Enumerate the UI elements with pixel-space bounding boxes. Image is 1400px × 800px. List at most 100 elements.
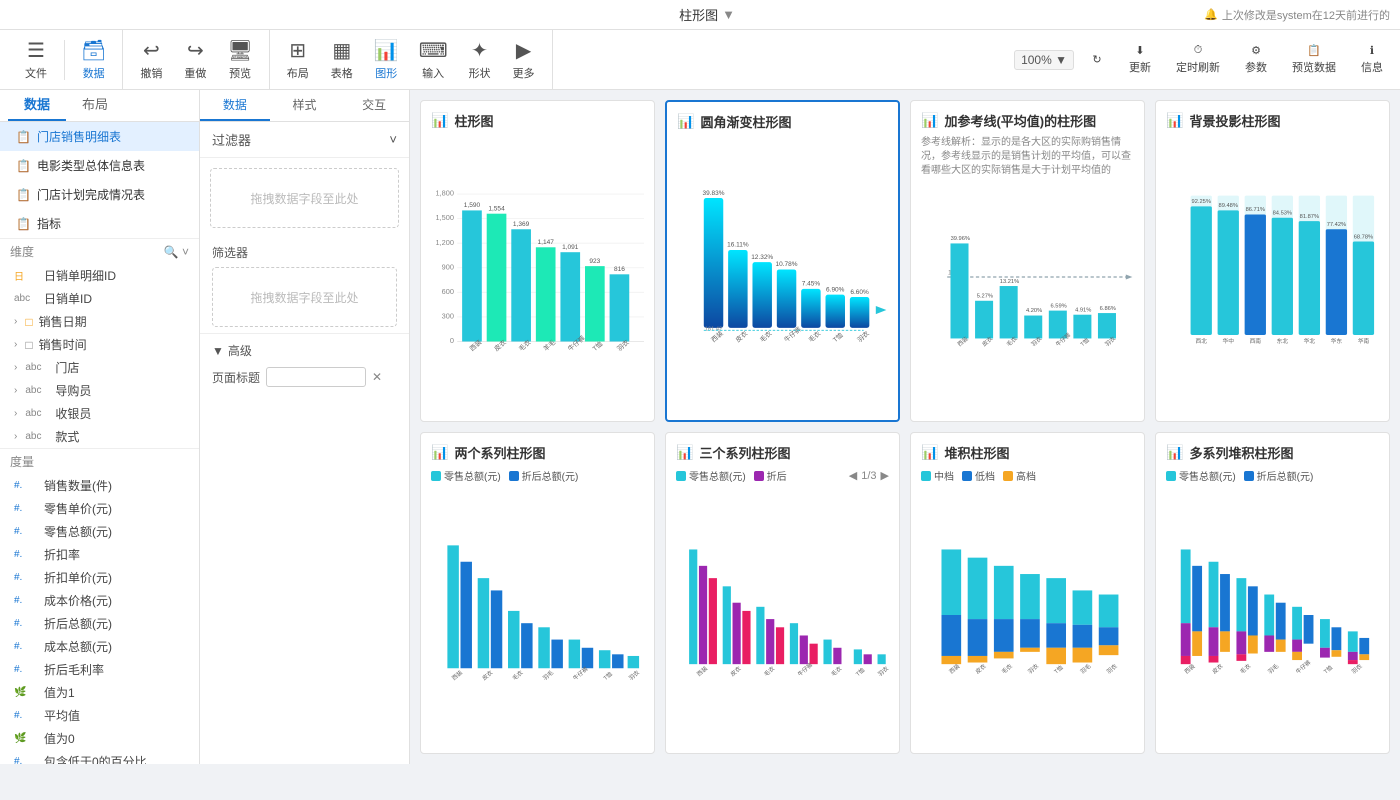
svg-text:81.87%: 81.87% (1300, 214, 1319, 220)
filter-expand-icon[interactable]: ˅ (389, 132, 397, 147)
svg-text:毛衣: 毛衣 (511, 668, 525, 682)
chart-bar2[interactable]: 📊 圆角渐变柱形图 (665, 100, 900, 422)
svg-text:1,200: 1,200 (436, 238, 454, 247)
svg-text:6.59%: 6.59% (1051, 303, 1067, 309)
svg-text:西装: 西装 (450, 668, 464, 682)
info-button[interactable]: ℹ 信息 (1352, 40, 1392, 79)
chart-bar4[interactable]: 📊 背景投影柱形图 92.25% 89.48% (1155, 100, 1390, 422)
chart-bar3[interactable]: 📊 加参考线(平均值)的柱形图 参考线解析：显示的是各大区的实际购销售情况，参考… (910, 100, 1145, 422)
more-button[interactable]: ▶ 更多 (504, 34, 544, 85)
svg-text:5.27%: 5.27% (977, 294, 993, 300)
sub-tab-interact[interactable]: 交互 (339, 90, 409, 121)
svg-text:86.71%: 86.71% (1246, 207, 1265, 213)
filter-header: 过滤器 ˅ (200, 122, 409, 158)
advanced-section: ▼ 高级 页面标题 ✕ (200, 333, 409, 395)
legend-mid: 中档 (921, 468, 954, 483)
table-item-store-sales[interactable]: 📋 门店销售明细表 (0, 122, 199, 151)
file-button[interactable]: ☰ 文件 (16, 34, 56, 85)
next-arrow[interactable]: ▶ (881, 469, 889, 482)
undo-button[interactable]: ↩ 撤销 (131, 34, 171, 85)
legend-dot-low (962, 471, 972, 481)
page-title-input[interactable] (266, 367, 366, 387)
measure-cost-price[interactable]: #. 成本价格(元) (0, 589, 199, 612)
measure-avg[interactable]: #. 平均值 (0, 704, 199, 727)
timer-button[interactable]: ⏱ 定时刷新 (1168, 40, 1228, 79)
measure-qty[interactable]: #. 销售数量(件) (0, 474, 199, 497)
svg-text:华中: 华中 (1223, 337, 1235, 345)
params-icon: ⚙ (1251, 44, 1261, 57)
layout-button[interactable]: ⊞ 布局 (278, 34, 318, 85)
dim-item-style[interactable]: › abc 款式 (0, 425, 199, 448)
measure-discount-rate[interactable]: #. 折扣率 (0, 543, 199, 566)
filter-drop-zone-1[interactable]: 拖拽数据字段至此处 (210, 168, 399, 228)
toolbar: ☰ 文件 🗃 数据 ↩ 撤销 ↪ 重做 🖥 预览 ⊞ 布局 ▦ 表格 (0, 30, 1400, 90)
chart-button[interactable]: 📊 图形 (366, 34, 407, 85)
advanced-toggle[interactable]: ▼ 高级 (212, 342, 397, 359)
dim-item-sales-time[interactable]: › □ 销售时间 (0, 333, 199, 356)
preview-button[interactable]: 🖥 预览 (219, 34, 260, 85)
prev-arrow[interactable]: ◀ (849, 469, 857, 482)
legend-dot-high (1003, 471, 1013, 481)
params-button[interactable]: ⚙ 参数 (1236, 40, 1276, 79)
svg-text:毛衣: 毛衣 (1238, 662, 1252, 676)
svg-text:77.42%: 77.42% (1327, 222, 1346, 228)
svg-text:923: 923 (589, 258, 600, 265)
measure-value1[interactable]: 🌿 值为1 (0, 681, 199, 704)
table-icon-store-plan: 📋 (16, 188, 31, 202)
measure-retail-unit[interactable]: #. 零售单价(元) (0, 497, 199, 520)
chart5-legend: 零售总额(元) 折后总额(元) (431, 468, 644, 483)
dim-item-sales-detail-id[interactable]: 日 日销单明细ID (0, 264, 199, 287)
table-item-movie[interactable]: 📋 电影类型总体信息表 (0, 151, 199, 180)
refresh-button[interactable]: ↻ (1082, 49, 1112, 70)
chart-bar5[interactable]: 📊 两个系列柱形图 零售总额(元) 折后总额(元) (420, 432, 655, 754)
chart-bar1[interactable]: 📊 柱形图 1,800 1,500 1,200 900 600 300 0 (420, 100, 655, 422)
zoom-selector[interactable]: 100% ▼ (1014, 50, 1074, 70)
input-button[interactable]: ⌨ 输入 (411, 34, 456, 85)
svg-text:东北: 东北 (1277, 337, 1289, 345)
chart-bar8[interactable]: 📊 多系列堆积柱形图 零售总额(元) 折后总额(元) (1155, 432, 1390, 754)
chart8-icon: 📊 (1166, 444, 1183, 461)
preview-data-button[interactable]: 📋 预览数据 (1284, 40, 1344, 79)
chart4-title: 📊 背景投影柱形图 (1166, 111, 1379, 130)
svg-text:1,500: 1,500 (436, 213, 454, 222)
chart-bar7[interactable]: 📊 堆积柱形图 中档 低档 高档 (910, 432, 1145, 754)
table-item-store-plan[interactable]: 📋 门店计划完成情况表 (0, 180, 199, 209)
legend-dot-discount (509, 471, 519, 481)
dim-item-sales-date[interactable]: › □ 销售日期 (0, 310, 199, 333)
table-icon-store-sales: 📋 (16, 130, 31, 144)
search-icon[interactable]: 🔍 ˅ (164, 245, 189, 259)
measure-discount-total[interactable]: #. 折后总额(元) (0, 612, 199, 635)
svg-text:毛衣: 毛衣 (1000, 662, 1014, 676)
sub-tab-style[interactable]: 样式 (270, 90, 340, 121)
table-button[interactable]: ▦ 表格 (322, 34, 362, 85)
chart-bar6[interactable]: 📊 三个系列柱形图 零售总额(元) 折后 ◀ 1/3 (665, 432, 900, 754)
measure-retail-total[interactable]: #. 零售总额(元) (0, 520, 199, 543)
dim-item-store[interactable]: › abc 门店 (0, 356, 199, 379)
tab-layout[interactable]: 布局 (66, 90, 124, 121)
sub-tab-bar: 数据 样式 交互 (200, 90, 409, 122)
filter-drop-zone-2[interactable]: 拖拽数据字段至此处 (212, 267, 397, 327)
title-dropdown-icon[interactable]: ▼ (722, 7, 735, 22)
measure-margin-rate[interactable]: #. 折后毛利率 (0, 658, 199, 681)
shape-button[interactable]: ✦ 形状 (460, 34, 500, 85)
chart2-title: 📊 圆角渐变柱形图 (677, 112, 888, 131)
update-button[interactable]: ⬇ 更新 (1120, 40, 1160, 79)
measure-value0[interactable]: 🌿 值为0 (0, 727, 199, 750)
dim-item-sales-id[interactable]: abc 日销单ID (0, 287, 199, 310)
clear-icon[interactable]: ✕ (372, 370, 382, 384)
sub-tab-data[interactable]: 数据 (200, 90, 270, 121)
table-item-indicator[interactable]: 📋 指标 (0, 209, 199, 238)
redo-button[interactable]: ↪ 重做 (175, 34, 215, 85)
dim-item-cashier[interactable]: › abc 收银员 (0, 402, 199, 425)
svg-text:毛衣: 毛衣 (762, 664, 776, 678)
tab-data[interactable]: 数据 (8, 90, 66, 121)
data-button[interactable]: 🗃 数据 (73, 34, 114, 85)
svg-text:西北: 西北 (1196, 337, 1208, 345)
svg-text:羽衣: 羽衣 (1105, 662, 1119, 676)
preview-data-icon: 📋 (1307, 44, 1321, 57)
measure-pct-below0[interactable]: #. 包含低于0的百分比 (0, 750, 199, 764)
legend-dot-retail (431, 471, 441, 481)
measure-discount-unit[interactable]: #. 折扣单价(元) (0, 566, 199, 589)
dim-item-guide[interactable]: › abc 导购员 (0, 379, 199, 402)
measure-cost-total[interactable]: #. 成本总额(元) (0, 635, 199, 658)
